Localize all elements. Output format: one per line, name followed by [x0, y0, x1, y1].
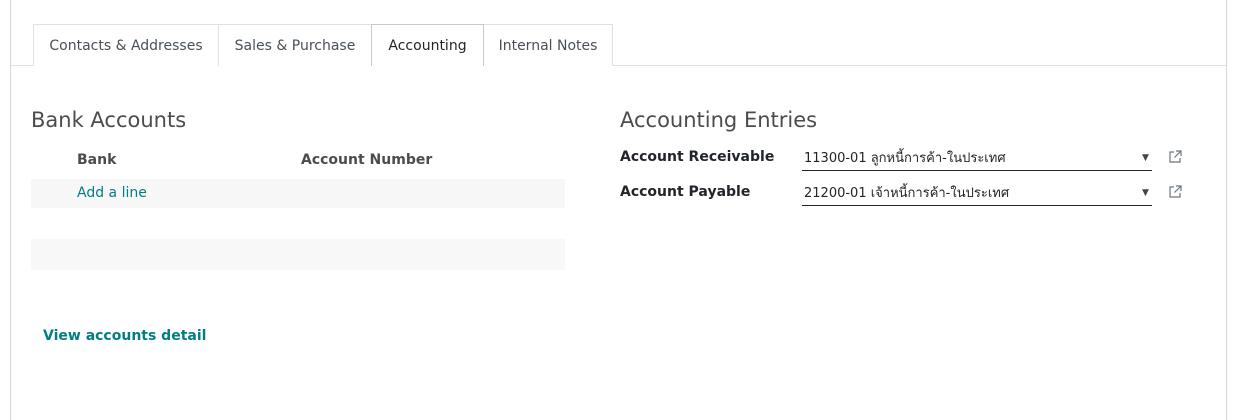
table-row	[31, 239, 565, 270]
account-receivable-field[interactable]: 11300-01 ลูกหนี้การค้า-ในประเทศ	[802, 145, 1152, 171]
tab-sales-purchase[interactable]: Sales & Purchase	[218, 24, 372, 66]
tab-internal-notes[interactable]: Internal Notes	[483, 24, 613, 66]
account-receivable-value: 11300-01 ลูกหนี้การค้า-ในประเทศ	[804, 151, 1006, 166]
notebook-tabs: Contacts & Addresses Sales & Purchase Ac…	[11, 24, 1226, 67]
column-account-number[interactable]: Account Number	[301, 152, 432, 168]
account-payable-value: 21200-01 เจ้าหนี้การค้า-ในประเทศ	[804, 186, 1010, 201]
accounting-entries-title: Accounting Entries	[620, 108, 818, 132]
tab-label: Internal Notes	[498, 37, 598, 54]
form-sheet: Contacts & Addresses Sales & Purchase Ac…	[10, 0, 1227, 420]
account-receivable-label: Account Receivable	[620, 149, 775, 165]
external-link-icon[interactable]	[1168, 185, 1182, 199]
bank-accounts-title: Bank Accounts	[31, 108, 187, 132]
tab-label: Sales & Purchase	[234, 37, 356, 54]
tab-label: Accounting	[388, 37, 467, 54]
table-row: Add a line	[31, 179, 565, 208]
account-payable-field[interactable]: 21200-01 เจ้าหนี้การค้า-ในประเทศ	[802, 180, 1152, 206]
chevron-down-icon[interactable]: ▼	[1142, 153, 1149, 163]
add-line-link[interactable]: Add a line	[77, 185, 147, 201]
tab-label: Contacts & Addresses	[49, 37, 203, 54]
account-payable-label: Account Payable	[620, 184, 751, 200]
external-link-icon[interactable]	[1168, 150, 1182, 164]
view-accounts-detail-link[interactable]: View accounts detail	[43, 328, 206, 344]
chevron-down-icon[interactable]: ▼	[1142, 188, 1149, 198]
column-bank[interactable]: Bank	[77, 152, 116, 168]
tab-accounting[interactable]: Accounting	[371, 24, 484, 67]
tab-contacts-addresses[interactable]: Contacts & Addresses	[33, 24, 219, 66]
